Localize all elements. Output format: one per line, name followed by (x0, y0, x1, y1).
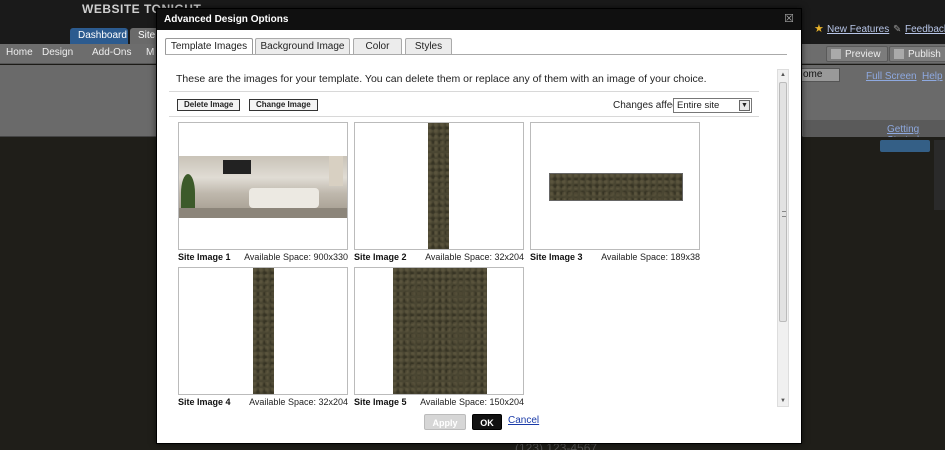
change-image-button[interactable]: Change Image (249, 99, 318, 111)
panel-description: These are the images for your template. … (176, 73, 707, 85)
publish-label: Publish (908, 49, 941, 60)
canvas-scrollbar[interactable] (934, 140, 945, 210)
tab-styles[interactable]: Styles (405, 38, 452, 54)
site-image-4-cell: Site Image 4 Available Space: 32x204 (178, 267, 348, 407)
tab-dashboard[interactable]: Dashboard (70, 28, 128, 44)
damask-texture (428, 123, 449, 249)
living-room-photo (179, 156, 347, 218)
damask-texture (549, 173, 683, 201)
site-image-2-space: Available Space: 32x204 (425, 252, 524, 262)
site-image-1-space: Available Space: 900x330 (244, 252, 348, 262)
canvas-action-button[interactable] (880, 140, 930, 152)
chevron-down-icon: ▼ (739, 100, 750, 111)
tab-divider (165, 54, 787, 55)
site-image-1-thumbnail[interactable] (178, 122, 348, 250)
advanced-design-options-dialog: Advanced Design Options ☒ Template Image… (156, 8, 802, 444)
star-icon: ★ (814, 23, 824, 35)
site-image-3-cell: Site Image 3 Available Space: 189x38 (530, 122, 700, 262)
feedback-icon: ✎ (893, 24, 902, 35)
close-icon[interactable]: ☒ (783, 13, 795, 25)
site-image-3-name: Site Image 3 (530, 252, 583, 262)
full-screen-link[interactable]: Full Screen (866, 71, 917, 82)
feedback-link[interactable]: Feedback (905, 24, 945, 35)
menu-add-ons[interactable]: Add-Ons (92, 47, 131, 58)
ok-button[interactable]: OK (472, 414, 502, 430)
site-image-1-cell: Site Image 1 Available Space: 900x330 (178, 122, 348, 262)
publish-button[interactable]: Publish (889, 46, 945, 62)
menu-home[interactable]: Home (6, 47, 33, 58)
site-image-5-cell: Site Image 5 Available Space: 150x204 (354, 267, 524, 407)
site-image-5-space: Available Space: 150x204 (420, 397, 524, 407)
site-image-2-cell: Site Image 2 Available Space: 32x204 (354, 122, 524, 262)
panel-scrollbar[interactable]: ▲ ▼ (777, 69, 789, 407)
lamp-shape (329, 156, 343, 186)
site-image-3-space: Available Space: 189x38 (601, 252, 700, 262)
sofa-shape (249, 188, 319, 208)
scroll-down-icon[interactable]: ▼ (778, 396, 788, 406)
preview-label: Preview (845, 49, 881, 60)
delete-image-button[interactable]: Delete Image (177, 99, 241, 111)
page-select[interactable]: ome (800, 68, 840, 82)
menu-design[interactable]: Design (42, 47, 73, 58)
dialog-title: Advanced Design Options (157, 9, 801, 30)
tab-background-image[interactable]: Background Image (255, 38, 350, 54)
changes-affect-select[interactable]: Entire site ▼ (673, 98, 752, 113)
template-images-panel: These are the images for your template. … (169, 67, 775, 407)
site-image-5-thumbnail[interactable] (354, 267, 524, 395)
preview-button[interactable]: Preview (826, 46, 888, 62)
site-image-4-thumbnail[interactable] (178, 267, 348, 395)
menu-more[interactable]: M (146, 47, 154, 58)
scroll-up-icon[interactable]: ▲ (778, 70, 788, 80)
site-image-3-thumbnail[interactable] (530, 122, 700, 250)
site-image-4-space: Available Space: 32x204 (249, 397, 348, 407)
preview-icon (831, 49, 841, 59)
damask-texture (393, 268, 487, 394)
tab-template-images[interactable]: Template Images (165, 38, 253, 55)
apply-button[interactable]: Apply (424, 414, 466, 430)
publish-icon (894, 49, 904, 59)
changes-affect-value: Entire site (677, 100, 720, 111)
site-image-1-name: Site Image 1 (178, 252, 231, 262)
divider (169, 116, 759, 117)
divider (169, 91, 759, 92)
site-image-2-name: Site Image 2 (354, 252, 407, 262)
cancel-link[interactable]: Cancel (508, 415, 539, 426)
tab-color[interactable]: Color (353, 38, 402, 54)
floor-shape (179, 208, 347, 218)
tv-shape (223, 160, 251, 174)
grip-icon (782, 211, 786, 217)
new-features-link[interactable]: New Features (827, 24, 889, 35)
site-image-2-thumbnail[interactable] (354, 122, 524, 250)
site-image-4-name: Site Image 4 (178, 397, 231, 407)
plant-shape (181, 174, 195, 212)
damask-texture (253, 268, 274, 394)
help-link[interactable]: Help (922, 71, 943, 82)
scroll-thumb[interactable] (779, 82, 787, 322)
site-image-5-name: Site Image 5 (354, 397, 407, 407)
